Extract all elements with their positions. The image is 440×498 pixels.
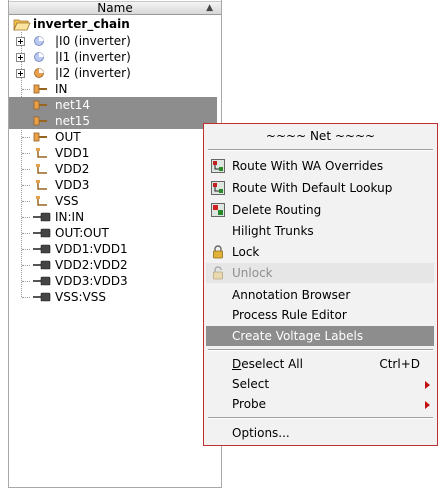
menu-item-label: Probe (232, 397, 267, 411)
tree-item-label: VSS:VSS (55, 290, 106, 304)
route-icon (211, 159, 225, 179)
menu-item-shortcut: Ctrl+D (379, 357, 420, 371)
menu-item-hilight-trunks[interactable]: Hilight Trunks (206, 221, 434, 241)
submenu-arrow-icon (425, 381, 430, 389)
expand-toggle-icon[interactable] (16, 37, 25, 46)
tree-item-label: OUT:OUT (55, 226, 109, 240)
tree-item-label: VDD2 (55, 162, 90, 176)
tree-item-net14[interactable]: net14 (9, 97, 217, 113)
tree-item-label: net14 (55, 98, 90, 112)
menu-item-label: Annotation Browser (232, 288, 351, 302)
tree-item-label: IN (55, 82, 68, 96)
menu-separator (208, 149, 433, 151)
terminal-pin-icon (33, 291, 51, 307)
tree-item-instance-i1[interactable]: |I1 (inverter) (9, 49, 217, 65)
tree-item-terminal-in[interactable]: IN:IN (9, 209, 217, 225)
menu-item-unlock[interactable]: Unlock (206, 263, 434, 283)
expand-toggle-icon[interactable] (16, 69, 25, 78)
tree-item-net-vdd2[interactable]: VDD2 (9, 161, 217, 177)
tree-item-label: VDD2:VDD2 (55, 258, 128, 272)
tree-item-terminal-out[interactable]: OUT:OUT (9, 225, 217, 241)
tree-item-label: VSS (55, 194, 79, 208)
lock-icon (211, 245, 225, 265)
menu-item-label: Route With WA Overrides (232, 159, 384, 173)
tree-item-terminal-vdd2[interactable]: VDD2:VDD2 (9, 257, 217, 273)
tree-item-label: net15 (55, 114, 90, 128)
menu-item-select[interactable]: Select (206, 374, 434, 394)
menu-item-label-rest: eselect All (241, 357, 303, 371)
menu-item-label: Lock (232, 245, 260, 259)
tree-item-label: |I2 (inverter) (55, 66, 131, 80)
unlock-icon (211, 266, 225, 286)
menu-item-label: Delete Routing (232, 203, 322, 217)
tree-item-label: VDD1 (55, 146, 90, 160)
tree-item-instance-i2[interactable]: |I2 (inverter) (9, 65, 217, 81)
menu-item-create-voltage-labels[interactable]: Create Voltage Labels (206, 326, 434, 346)
tree-item-label: VDD1:VDD1 (55, 242, 128, 256)
tree-item-label: VDD3:VDD3 (55, 274, 128, 288)
menu-item-label: Unlock (232, 266, 273, 280)
menu-item-annotation-browser[interactable]: Annotation Browser (206, 285, 434, 305)
menu-item-label: Select (232, 377, 270, 391)
menu-separator (208, 349, 433, 351)
menu-item-label: Hilight Trunks (232, 224, 314, 238)
menu-separator (208, 417, 433, 419)
menu-item-delete-routing[interactable]: Delete Routing (206, 200, 434, 220)
tree-root-label: inverter_chain (33, 17, 130, 31)
hierarchy-tree-panel[interactable]: Name ▲ inverter_chain |I0 (inverter) |I1… (8, 0, 222, 488)
tree-item-instance-i0[interactable]: |I0 (inverter) (9, 33, 217, 49)
menu-item-label: Deselect All (232, 354, 303, 374)
expand-toggle-icon[interactable] (16, 53, 25, 62)
tree-item-terminal-vdd1[interactable]: VDD1:VDD1 (9, 241, 217, 257)
delete-routing-icon (211, 203, 225, 223)
tree-item-net-vdd1[interactable]: VDD1 (9, 145, 217, 161)
net-context-menu[interactable]: ~~~~ Net ~~~~ Route With WA Overrides Ro… (203, 123, 438, 446)
sort-ascending-icon[interactable]: ▲ (206, 2, 213, 14)
tree-item-terminal-vss[interactable]: VSS:VSS (9, 289, 217, 305)
menu-item-options[interactable]: Options... (206, 423, 434, 443)
tree-item-net-vss[interactable]: VSS (9, 193, 217, 209)
menu-item-process-rule-editor[interactable]: Process Rule Editor (206, 305, 434, 325)
tree-item-label: VDD3 (55, 178, 90, 192)
route-icon (211, 181, 225, 201)
menu-title: ~~~~ Net ~~~~ (265, 129, 376, 143)
tree-item-net-in[interactable]: IN (9, 81, 217, 97)
menu-item-route-default-lookup[interactable]: Route With Default Lookup (206, 178, 434, 198)
tree-item-label: |I0 (inverter) (55, 34, 131, 48)
menu-item-deselect-all[interactable]: Deselect All Ctrl+D (206, 354, 434, 374)
tree-item-label: OUT (55, 130, 81, 144)
menu-item-route-wa-overrides[interactable]: Route With WA Overrides (206, 156, 434, 176)
menu-item-label: Options... (232, 426, 290, 440)
menu-item-lock[interactable]: Lock (206, 242, 434, 262)
column-header-label: Name (97, 1, 133, 15)
tree-item-net-out[interactable]: OUT (9, 129, 217, 145)
menu-item-label: Route With Default Lookup (232, 181, 393, 195)
menu-item-label: Process Rule Editor (232, 308, 347, 322)
menu-item-label: Create Voltage Labels (232, 329, 364, 343)
menu-item-probe[interactable]: Probe (206, 394, 434, 414)
submenu-arrow-icon (425, 401, 430, 409)
tree-item-net15[interactable]: net15 (9, 113, 217, 129)
tree-item-label: |I1 (inverter) (55, 50, 131, 64)
column-header-name[interactable]: Name ▲ (9, 1, 221, 15)
tree-item-terminal-vdd3[interactable]: VDD3:VDD3 (9, 273, 217, 289)
tree-item-net-vdd3[interactable]: VDD3 (9, 177, 217, 193)
mnemonic-letter: D (232, 357, 242, 371)
tree-item-label: IN:IN (55, 210, 85, 224)
tree-root-item[interactable]: inverter_chain (9, 16, 217, 32)
